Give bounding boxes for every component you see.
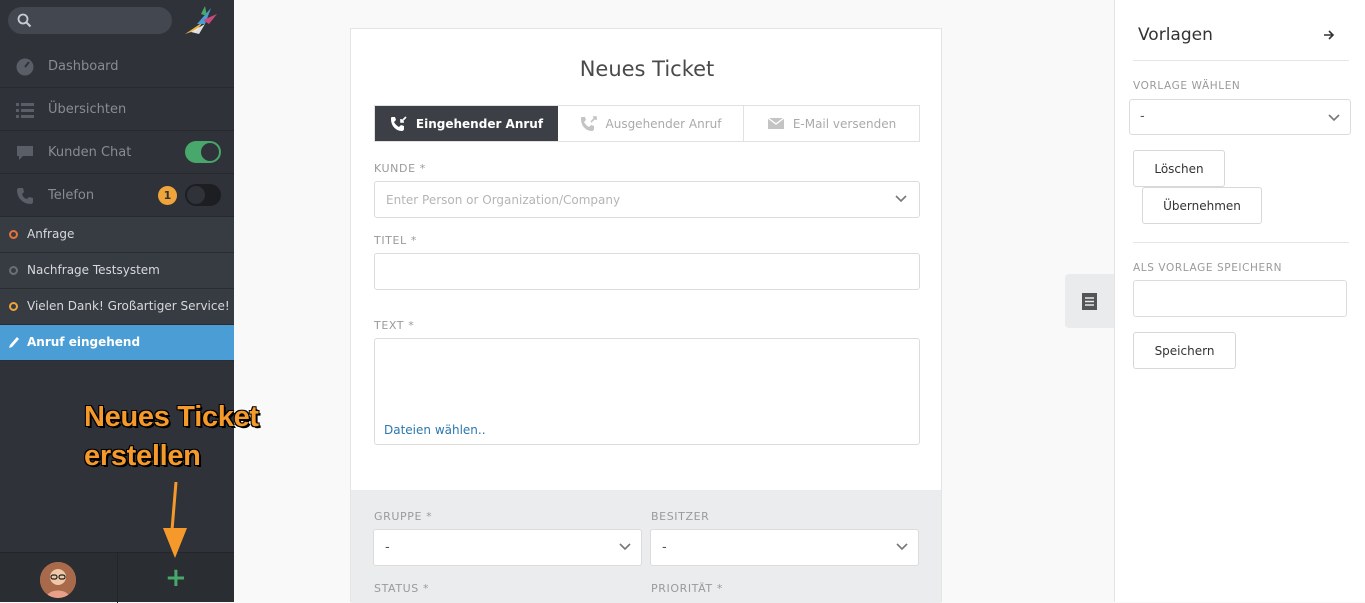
arrow-right-icon[interactable] bbox=[1323, 29, 1335, 41]
ticket-type-tabs: Eingehender Anruf Ausgehender Anruf E-Ma… bbox=[374, 105, 920, 142]
chevron-down-icon bbox=[895, 195, 907, 203]
task-label: Anfrage bbox=[27, 227, 75, 241]
sidebar-footer: + bbox=[0, 552, 234, 603]
envelope-icon bbox=[767, 117, 785, 129]
priority-label: PRIORITÄT * bbox=[651, 582, 723, 595]
new-ticket-button[interactable]: + bbox=[165, 563, 187, 593]
phone-toggle[interactable] bbox=[185, 184, 221, 206]
save-template-button[interactable]: Speichern bbox=[1133, 332, 1236, 369]
apply-button[interactable]: Übernehmen bbox=[1142, 187, 1262, 224]
task-item[interactable]: Nachfrage Testsystem bbox=[0, 253, 234, 289]
annotation-text: Neues Ticket erstellen bbox=[84, 398, 259, 476]
tab-label: Eingehender Anruf bbox=[415, 116, 544, 131]
toggle-knob bbox=[187, 186, 205, 204]
customer-placeholder: Enter Person or Organization/Company bbox=[386, 193, 621, 207]
templates-panel: Vorlagen VORLAGE WÄHLEN - Löschen Überne… bbox=[1114, 0, 1365, 602]
customer-input[interactable]: Enter Person or Organization/Company bbox=[374, 181, 920, 218]
pencil-icon bbox=[9, 337, 19, 348]
document-icon bbox=[1082, 293, 1097, 310]
status-dot bbox=[9, 266, 18, 275]
delete-button[interactable]: Löschen bbox=[1133, 150, 1225, 187]
text-editor[interactable]: Dateien wählen.. bbox=[374, 338, 920, 445]
group-label: GRUPPE * bbox=[374, 510, 433, 523]
toggle-knob bbox=[201, 143, 219, 161]
nav-overviews[interactable]: Übersichten bbox=[0, 88, 234, 131]
task-label: Vielen Dank! Großartiger Service! bbox=[27, 299, 230, 313]
task-item[interactable]: Anfrage bbox=[0, 217, 234, 253]
group-select[interactable]: - bbox=[373, 529, 642, 566]
annotation-line: erstellen bbox=[84, 440, 201, 472]
status-dot bbox=[9, 302, 18, 311]
templates-title: Vorlagen bbox=[1138, 25, 1213, 45]
user-avatar-icon bbox=[40, 562, 76, 598]
search-input[interactable] bbox=[8, 7, 172, 34]
task-item[interactable]: Vielen Dank! Großartiger Service! bbox=[0, 289, 234, 325]
chevron-down-icon bbox=[1328, 114, 1340, 122]
chevron-down-icon bbox=[619, 543, 631, 551]
nav-label: Übersichten bbox=[48, 102, 127, 117]
outgoing-call-icon bbox=[580, 115, 597, 131]
template-select[interactable]: - bbox=[1129, 99, 1351, 135]
annotation-line: Neues Ticket bbox=[84, 401, 259, 433]
customer-label: KUNDE * bbox=[374, 162, 426, 175]
tab-label: Ausgehender Anruf bbox=[605, 116, 722, 131]
owner-label: BESITZER bbox=[651, 510, 710, 523]
choose-template-label: VORLAGE WÄHLEN bbox=[1133, 80, 1241, 92]
divider bbox=[117, 553, 118, 603]
tab-incoming-call[interactable]: Eingehender Anruf bbox=[375, 106, 558, 141]
incoming-call-icon bbox=[390, 115, 407, 131]
templates-panel-toggle[interactable] bbox=[1065, 274, 1114, 328]
chevron-down-icon bbox=[896, 543, 908, 551]
template-select-value: - bbox=[1140, 109, 1145, 124]
text-label: TEXT * bbox=[374, 319, 415, 332]
ticket-attributes: GRUPPE * - BESITZER - STATUS * PRIORITÄT… bbox=[351, 490, 941, 603]
task-label: Anruf eingehend bbox=[27, 335, 141, 349]
task-item-active[interactable]: Anruf eingehend bbox=[0, 325, 234, 361]
new-ticket-card: Neues Ticket Eingehender Anruf Ausgehend… bbox=[350, 28, 942, 603]
tab-label: E-Mail versenden bbox=[792, 116, 897, 131]
divider bbox=[1133, 60, 1349, 61]
phone-badge: 1 bbox=[158, 186, 177, 205]
search-icon bbox=[17, 13, 32, 28]
tab-outgoing-call[interactable]: Ausgehender Anruf bbox=[558, 106, 744, 141]
group-value: - bbox=[385, 540, 390, 555]
nav-label: Dashboard bbox=[48, 59, 119, 74]
list-icon bbox=[16, 103, 34, 118]
template-name-input[interactable] bbox=[1133, 280, 1347, 317]
page-title: Neues Ticket bbox=[579, 57, 715, 81]
tab-send-email[interactable]: E-Mail versenden bbox=[744, 106, 919, 141]
chat-toggle[interactable] bbox=[185, 141, 221, 163]
task-label: Nachfrage Testsystem bbox=[27, 263, 160, 277]
chat-icon bbox=[17, 146, 33, 160]
annotation-arrow-icon bbox=[163, 482, 187, 558]
status-label: STATUS * bbox=[374, 582, 430, 595]
logo-icon[interactable] bbox=[183, 4, 219, 38]
title-input[interactable] bbox=[374, 253, 920, 290]
owner-select[interactable]: - bbox=[650, 529, 919, 566]
nav-dashboard[interactable]: Dashboard bbox=[0, 45, 234, 88]
save-as-template-label: ALS VORLAGE SPEICHERN bbox=[1133, 262, 1283, 274]
nav-label: Telefon bbox=[48, 188, 95, 203]
dashboard-icon bbox=[16, 58, 34, 76]
sidebar: Dashboard Übersichten Kunden Chat Telefo… bbox=[0, 0, 234, 603]
title-label: TITEL * bbox=[374, 234, 417, 247]
choose-files-link[interactable]: Dateien wählen.. bbox=[384, 423, 486, 437]
owner-value: - bbox=[662, 540, 667, 555]
divider bbox=[1133, 242, 1349, 243]
nav-label: Kunden Chat bbox=[48, 145, 132, 160]
status-dot bbox=[9, 230, 18, 239]
avatar[interactable] bbox=[40, 562, 76, 598]
phone-icon bbox=[17, 188, 33, 204]
